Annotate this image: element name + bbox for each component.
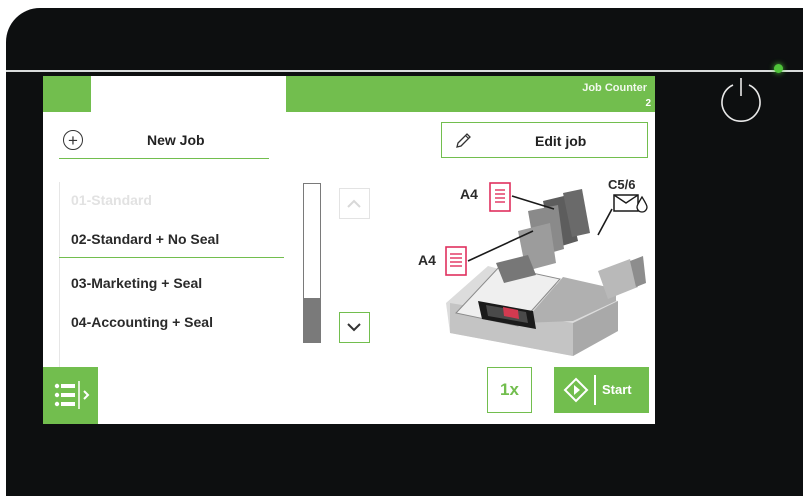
job-counter-value: 2 [645,98,651,109]
start-separator [594,375,596,405]
lower-feeder-label: A4 [418,252,436,268]
chevron-up-icon [347,199,361,208]
chevron-down-icon [347,323,361,332]
edit-job-button[interactable]: Edit job [441,122,648,158]
scroll-up-button[interactable] [339,188,370,219]
upper-document-icon [489,182,511,212]
list-item[interactable]: 04-Accounting + Seal [59,304,284,341]
scroll-down-button[interactable] [339,312,370,343]
touch-screen: Job Counter 2 + New Job Edit job 01-Stan… [43,76,655,424]
start-diamond-icon [563,377,589,403]
status-led [774,64,783,73]
quantity-button[interactable]: 1x [487,367,532,413]
job-list-scrollbar[interactable] [303,183,321,343]
start-button[interactable]: Start [554,367,649,413]
pencil-icon [456,133,471,148]
scrollbar-thumb[interactable] [304,297,320,342]
envelope-seal-icon [613,194,648,213]
envelope-pointer [597,208,613,236]
bezel-divider [6,70,803,72]
upper-feeder-label: A4 [460,186,478,202]
list-item[interactable]: 02-Standard + No Seal [59,221,284,258]
machine-illustration [446,189,646,356]
lower-document-icon [445,246,467,276]
list-item[interactable]: 03-Marketing + Seal [59,265,284,302]
start-label: Start [602,382,632,397]
new-job-button[interactable]: + New Job [59,122,269,159]
edit-job-label: Edit job [535,133,587,149]
add-circle-icon: + [63,130,83,150]
menu-button[interactable] [43,367,98,424]
folder-inserter-diagram: A4 A4 C5/6 [418,177,648,356]
new-job-label: New Job [147,132,205,148]
job-counter-bar: Job Counter 2 [286,76,655,112]
list-item[interactable]: 01-Standard [59,182,284,219]
device-panel: Job Counter 2 + New Job Edit job 01-Stan… [0,0,803,496]
job-counter-label: Job Counter [582,82,647,94]
envelope-label: C5/6 [608,177,635,192]
power-button-icon[interactable] [716,76,766,126]
list-menu-icon [54,381,90,409]
header-bar-left [43,76,91,112]
